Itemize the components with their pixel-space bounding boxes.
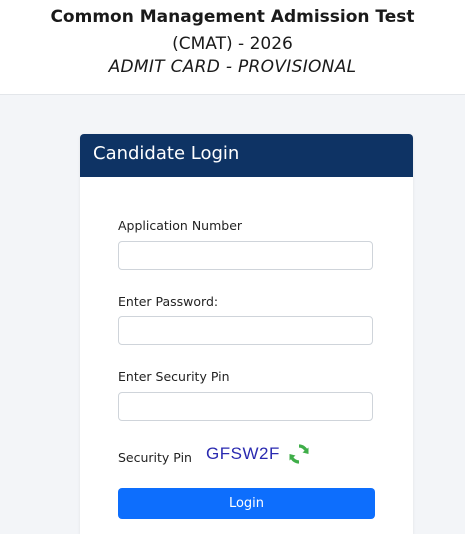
document-type: ADMIT CARD - PROVISIONAL: [108, 57, 357, 77]
password-input[interactable]: [118, 316, 373, 345]
application-number-label: Application Number: [118, 218, 243, 233]
security-pin-input[interactable]: [118, 392, 373, 421]
security-pin-code: GFSW2F: [206, 444, 280, 463]
security-pin-input-label: Enter Security Pin: [118, 369, 230, 384]
application-number-input[interactable]: [118, 241, 373, 270]
security-pin-label: Security Pin: [118, 450, 192, 465]
password-label: Enter Password:: [118, 294, 219, 309]
page-header: Common Management Admission Test (CMAT) …: [0, 0, 465, 95]
refresh-icon[interactable]: [287, 442, 311, 466]
exam-title: Common Management Admission Test: [50, 7, 415, 27]
login-card-heading: Candidate Login: [80, 134, 413, 177]
exam-subtitle: (CMAT) - 2026: [172, 34, 293, 54]
login-card: Candidate Login Application Number Enter…: [80, 134, 413, 534]
login-button[interactable]: Login: [118, 488, 375, 519]
